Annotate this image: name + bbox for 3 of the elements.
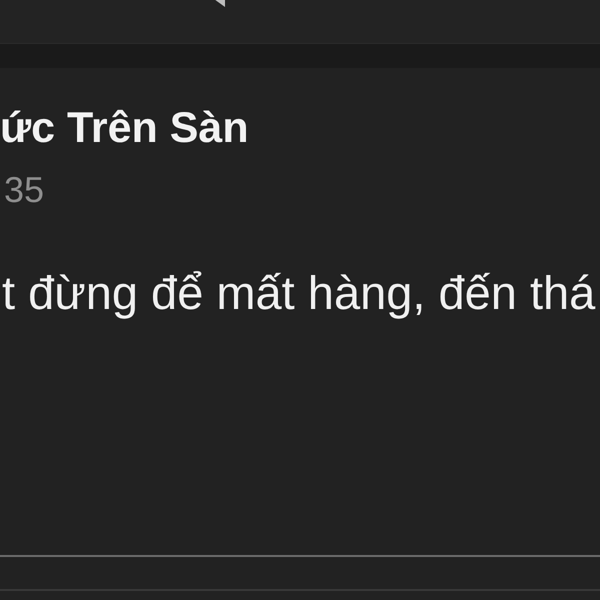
post-meta: 35 xyxy=(3,168,44,212)
post-body: t đừng để mất hàng, đến thá xyxy=(1,265,596,321)
post-title: ức Trên Sàn xyxy=(0,103,250,154)
